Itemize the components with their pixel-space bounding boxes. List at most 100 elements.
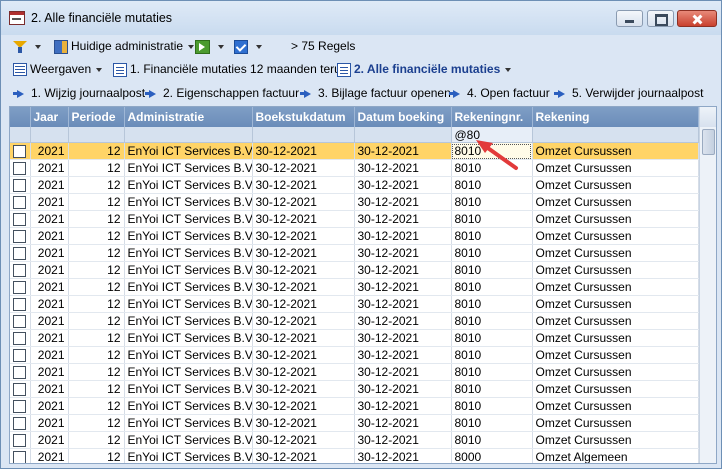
action-open-invoice[interactable]: 4. Open factuur	[449, 84, 550, 102]
row-select-cell[interactable]	[10, 448, 31, 463]
table-row[interactable]: 2021 12 EnYoi ICT Services B.V. 30-12-2021 3…	[10, 397, 699, 415]
column-header-rekening[interactable]: Rekening	[532, 107, 699, 127]
row-checkbox[interactable]	[13, 281, 27, 295]
table-row[interactable]: 2021 12 EnYoi ICT Services B.V. 30-12-2021 3…	[10, 210, 699, 228]
cell-datum-boeking[interactable]: 30-12-2021	[354, 278, 452, 296]
table-row[interactable]: 2021 12 EnYoi ICT Services B.V. 30-12-2021 3…	[10, 227, 699, 245]
scroll-up-button[interactable]	[700, 107, 716, 127]
cell-administratie[interactable]: EnYoi ICT Services B.V.	[124, 193, 253, 211]
row-checkbox[interactable]	[13, 383, 27, 397]
filter-cell[interactable]	[354, 127, 452, 143]
row-checkbox[interactable]	[13, 264, 27, 278]
table-row[interactable]: 2021 12 EnYoi ICT Services B.V. 30-12-2021 3…	[10, 176, 699, 194]
cell-periode[interactable]: 12	[68, 431, 125, 449]
cell-rekeningnr[interactable]: 8010	[451, 142, 533, 160]
cell-administratie[interactable]: EnYoi ICT Services B.V.	[124, 159, 253, 177]
cell-rekening[interactable]: Omzet Cursussen	[532, 346, 699, 364]
cell-jaar[interactable]: 2021	[30, 176, 69, 194]
cell-datum-boeking[interactable]: 30-12-2021	[354, 448, 452, 463]
row-select-cell[interactable]	[10, 295, 31, 313]
column-header-boekstukdatum[interactable]: Boekstukdatum	[252, 107, 355, 127]
cell-boekstukdatum[interactable]: 30-12-2021	[252, 380, 355, 398]
cell-administratie[interactable]: EnYoi ICT Services B.V.	[124, 363, 253, 381]
cell-administratie[interactable]: EnYoi ICT Services B.V.	[124, 346, 253, 364]
cell-rekening[interactable]: Omzet Cursussen	[532, 295, 699, 313]
cell-rekeningnr[interactable]: 8010	[451, 312, 533, 330]
cell-periode[interactable]: 12	[68, 142, 125, 160]
row-checkbox[interactable]	[13, 332, 27, 346]
row-select-cell[interactable]	[10, 176, 31, 194]
cell-administratie[interactable]: EnYoi ICT Services B.V.	[124, 380, 253, 398]
cell-boekstukdatum[interactable]: 30-12-2021	[252, 159, 355, 177]
cell-jaar[interactable]: 2021	[30, 431, 69, 449]
action-invoice-properties[interactable]: 2. Eigenschappen factuur	[145, 84, 299, 102]
cell-rekeningnr[interactable]: 8010	[451, 414, 533, 432]
action-open-invoice-attachment[interactable]: 3. Bijlage factuur openen	[300, 84, 451, 102]
row-select-cell[interactable]	[10, 142, 31, 160]
cell-rekeningnr[interactable]: 8010	[451, 363, 533, 381]
cell-rekeningnr[interactable]: 8010	[451, 159, 533, 177]
cell-datum-boeking[interactable]: 30-12-2021	[354, 346, 452, 364]
cell-datum-boeking[interactable]: 30-12-2021	[354, 244, 452, 262]
cell-datum-boeking[interactable]: 30-12-2021	[354, 159, 452, 177]
table-row[interactable]: 2021 12 EnYoi ICT Services B.V. 30-12-2021 3…	[10, 278, 699, 296]
cell-periode[interactable]: 12	[68, 448, 125, 463]
cell-datum-boeking[interactable]: 30-12-2021	[354, 329, 452, 347]
filter-cell[interactable]	[532, 127, 699, 143]
cell-periode[interactable]: 12	[68, 159, 125, 177]
cell-datum-boeking[interactable]: 30-12-2021	[354, 414, 452, 432]
row-checkbox[interactable]	[13, 366, 27, 380]
cell-datum-boeking[interactable]: 30-12-2021	[354, 312, 452, 330]
cell-rekeningnr[interactable]: 8010	[451, 278, 533, 296]
row-select-cell[interactable]	[10, 346, 31, 364]
cell-jaar[interactable]: 2021	[30, 227, 69, 245]
cell-rekening[interactable]: Omzet Cursussen	[532, 278, 699, 296]
cell-rekening[interactable]: Omzet Cursussen	[532, 142, 699, 160]
cell-rekeningnr[interactable]: 8010	[451, 329, 533, 347]
row-checkbox[interactable]	[13, 315, 27, 329]
cell-jaar[interactable]: 2021	[30, 142, 69, 160]
cell-periode[interactable]: 12	[68, 363, 125, 381]
cell-administratie[interactable]: EnYoi ICT Services B.V.	[124, 278, 253, 296]
cell-periode[interactable]: 12	[68, 295, 125, 313]
cell-jaar[interactable]: 2021	[30, 346, 69, 364]
cell-rekening[interactable]: Omzet Cursussen	[532, 159, 699, 177]
cell-administratie[interactable]: EnYoi ICT Services B.V.	[124, 295, 253, 313]
column-header-rekeningnr[interactable]: Rekeningnr.	[451, 107, 533, 127]
maximize-button[interactable]	[647, 10, 674, 27]
cell-periode[interactable]: 12	[68, 261, 125, 279]
row-select-cell[interactable]	[10, 159, 31, 177]
cell-administratie[interactable]: EnYoi ICT Services B.V.	[124, 329, 253, 347]
filter-cell[interactable]	[68, 127, 125, 143]
cell-periode[interactable]: 12	[68, 193, 125, 211]
cell-administratie[interactable]: EnYoi ICT Services B.V.	[124, 244, 253, 262]
cell-jaar[interactable]: 2021	[30, 210, 69, 228]
table-row[interactable]: 2021 12 EnYoi ICT Services B.V. 30-12-2021 3…	[10, 159, 699, 177]
cell-rekeningnr[interactable]: 8010	[451, 227, 533, 245]
cell-datum-boeking[interactable]: 30-12-2021	[354, 397, 452, 415]
cell-periode[interactable]: 12	[68, 397, 125, 415]
cell-rekening[interactable]: Omzet Cursussen	[532, 176, 699, 194]
cell-administratie[interactable]: EnYoi ICT Services B.V.	[124, 261, 253, 279]
cell-datum-boeking[interactable]: 30-12-2021	[354, 210, 452, 228]
cell-boekstukdatum[interactable]: 30-12-2021	[252, 210, 355, 228]
table-row[interactable]: 2021 12 EnYoi ICT Services B.V. 30-12-2021 3…	[10, 414, 699, 432]
cell-datum-boeking[interactable]: 30-12-2021	[354, 193, 452, 211]
table-row[interactable]: 2021 12 EnYoi ICT Services B.V. 30-12-2021 3…	[10, 142, 699, 160]
cell-boekstukdatum[interactable]: 30-12-2021	[252, 448, 355, 463]
cell-administratie[interactable]: EnYoi ICT Services B.V.	[124, 431, 253, 449]
cell-rekeningnr[interactable]: 8010	[451, 397, 533, 415]
table-row[interactable]: 2021 12 EnYoi ICT Services B.V. 30-12-2021 3…	[10, 448, 699, 463]
cell-boekstukdatum[interactable]: 30-12-2021	[252, 329, 355, 347]
cell-rekeningnr[interactable]: 8010	[451, 210, 533, 228]
table-row[interactable]: 2021 12 EnYoi ICT Services B.V. 30-12-2021 3…	[10, 431, 699, 449]
cell-jaar[interactable]: 2021	[30, 397, 69, 415]
cell-administratie[interactable]: EnYoi ICT Services B.V.	[124, 142, 253, 160]
row-select-cell[interactable]	[10, 380, 31, 398]
row-select-cell[interactable]	[10, 244, 31, 262]
cell-jaar[interactable]: 2021	[30, 295, 69, 313]
row-select-cell[interactable]	[10, 193, 31, 211]
cell-rekening[interactable]: Omzet Cursussen	[532, 363, 699, 381]
filter-cell[interactable]	[124, 127, 253, 143]
cell-datum-boeking[interactable]: 30-12-2021	[354, 227, 452, 245]
